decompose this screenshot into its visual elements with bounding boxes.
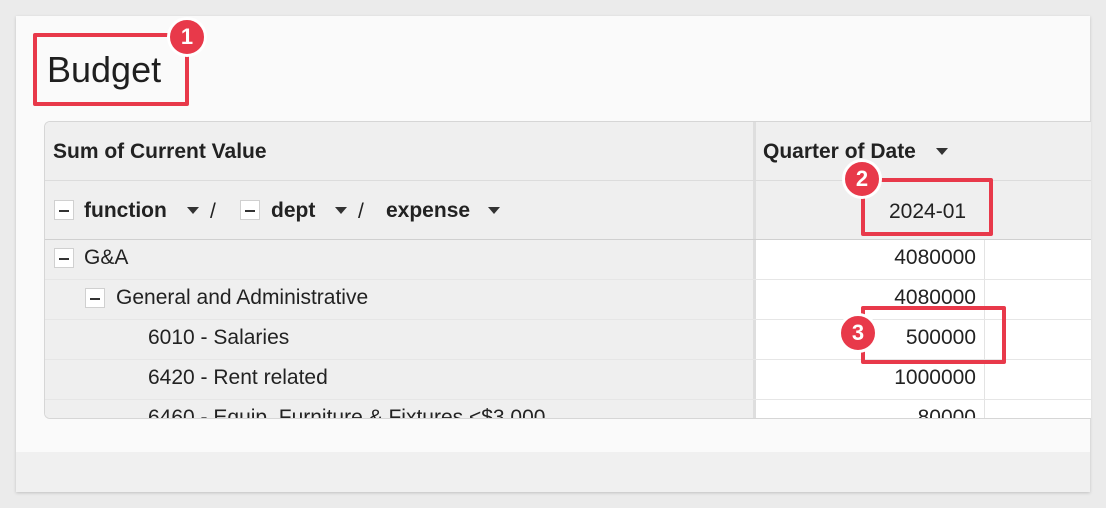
row-label: 6420 - Rent related [148, 366, 328, 389]
row-divider [45, 399, 1091, 400]
row-field-function[interactable]: function [84, 199, 167, 223]
highlight-cell [861, 306, 1006, 364]
collapse-function-icon[interactable] [54, 200, 74, 220]
chevron-down-icon[interactable] [335, 207, 347, 214]
row-label: 6460 - Equip, Furniture & Fixtures <$3,0… [148, 406, 546, 419]
row-label: 6010 - Salaries [148, 326, 290, 349]
field-separator: / [358, 200, 364, 223]
annotation-badge: 1 [167, 17, 207, 57]
row-label: General and Administrative [116, 286, 369, 309]
pivot-divider[interactable] [753, 122, 756, 418]
chevron-down-icon[interactable] [936, 148, 948, 155]
column-field-label[interactable]: Quarter of Date [763, 140, 916, 164]
table-cell[interactable]: 80000 [776, 406, 976, 418]
chevron-down-icon[interactable] [488, 207, 500, 214]
annotation-badge: 3 [838, 313, 878, 353]
highlight-column-header [861, 178, 993, 236]
annotation-badge: 2 [842, 159, 882, 199]
row-label: G&A [84, 246, 129, 269]
header-bottom-divider [45, 239, 1091, 240]
collapse-dept-row-icon[interactable] [85, 288, 105, 308]
row-divider [45, 279, 1091, 280]
row-field-dept[interactable]: dept [271, 199, 315, 223]
collapse-ga-icon[interactable] [54, 248, 74, 268]
row-field-expense[interactable]: expense [386, 199, 470, 223]
pivot-table: Sum of Current Value Quarter of Date fun… [44, 121, 1091, 419]
card-footer [16, 452, 1090, 492]
table-cell[interactable]: 4080000 [776, 246, 976, 270]
collapse-dept-icon[interactable] [240, 200, 260, 220]
value-label: Sum of Current Value [53, 140, 267, 163]
table-cell[interactable]: 1000000 [776, 366, 976, 390]
field-separator: / [210, 200, 216, 223]
highlight-title [33, 33, 189, 106]
chevron-down-icon[interactable] [187, 207, 199, 214]
